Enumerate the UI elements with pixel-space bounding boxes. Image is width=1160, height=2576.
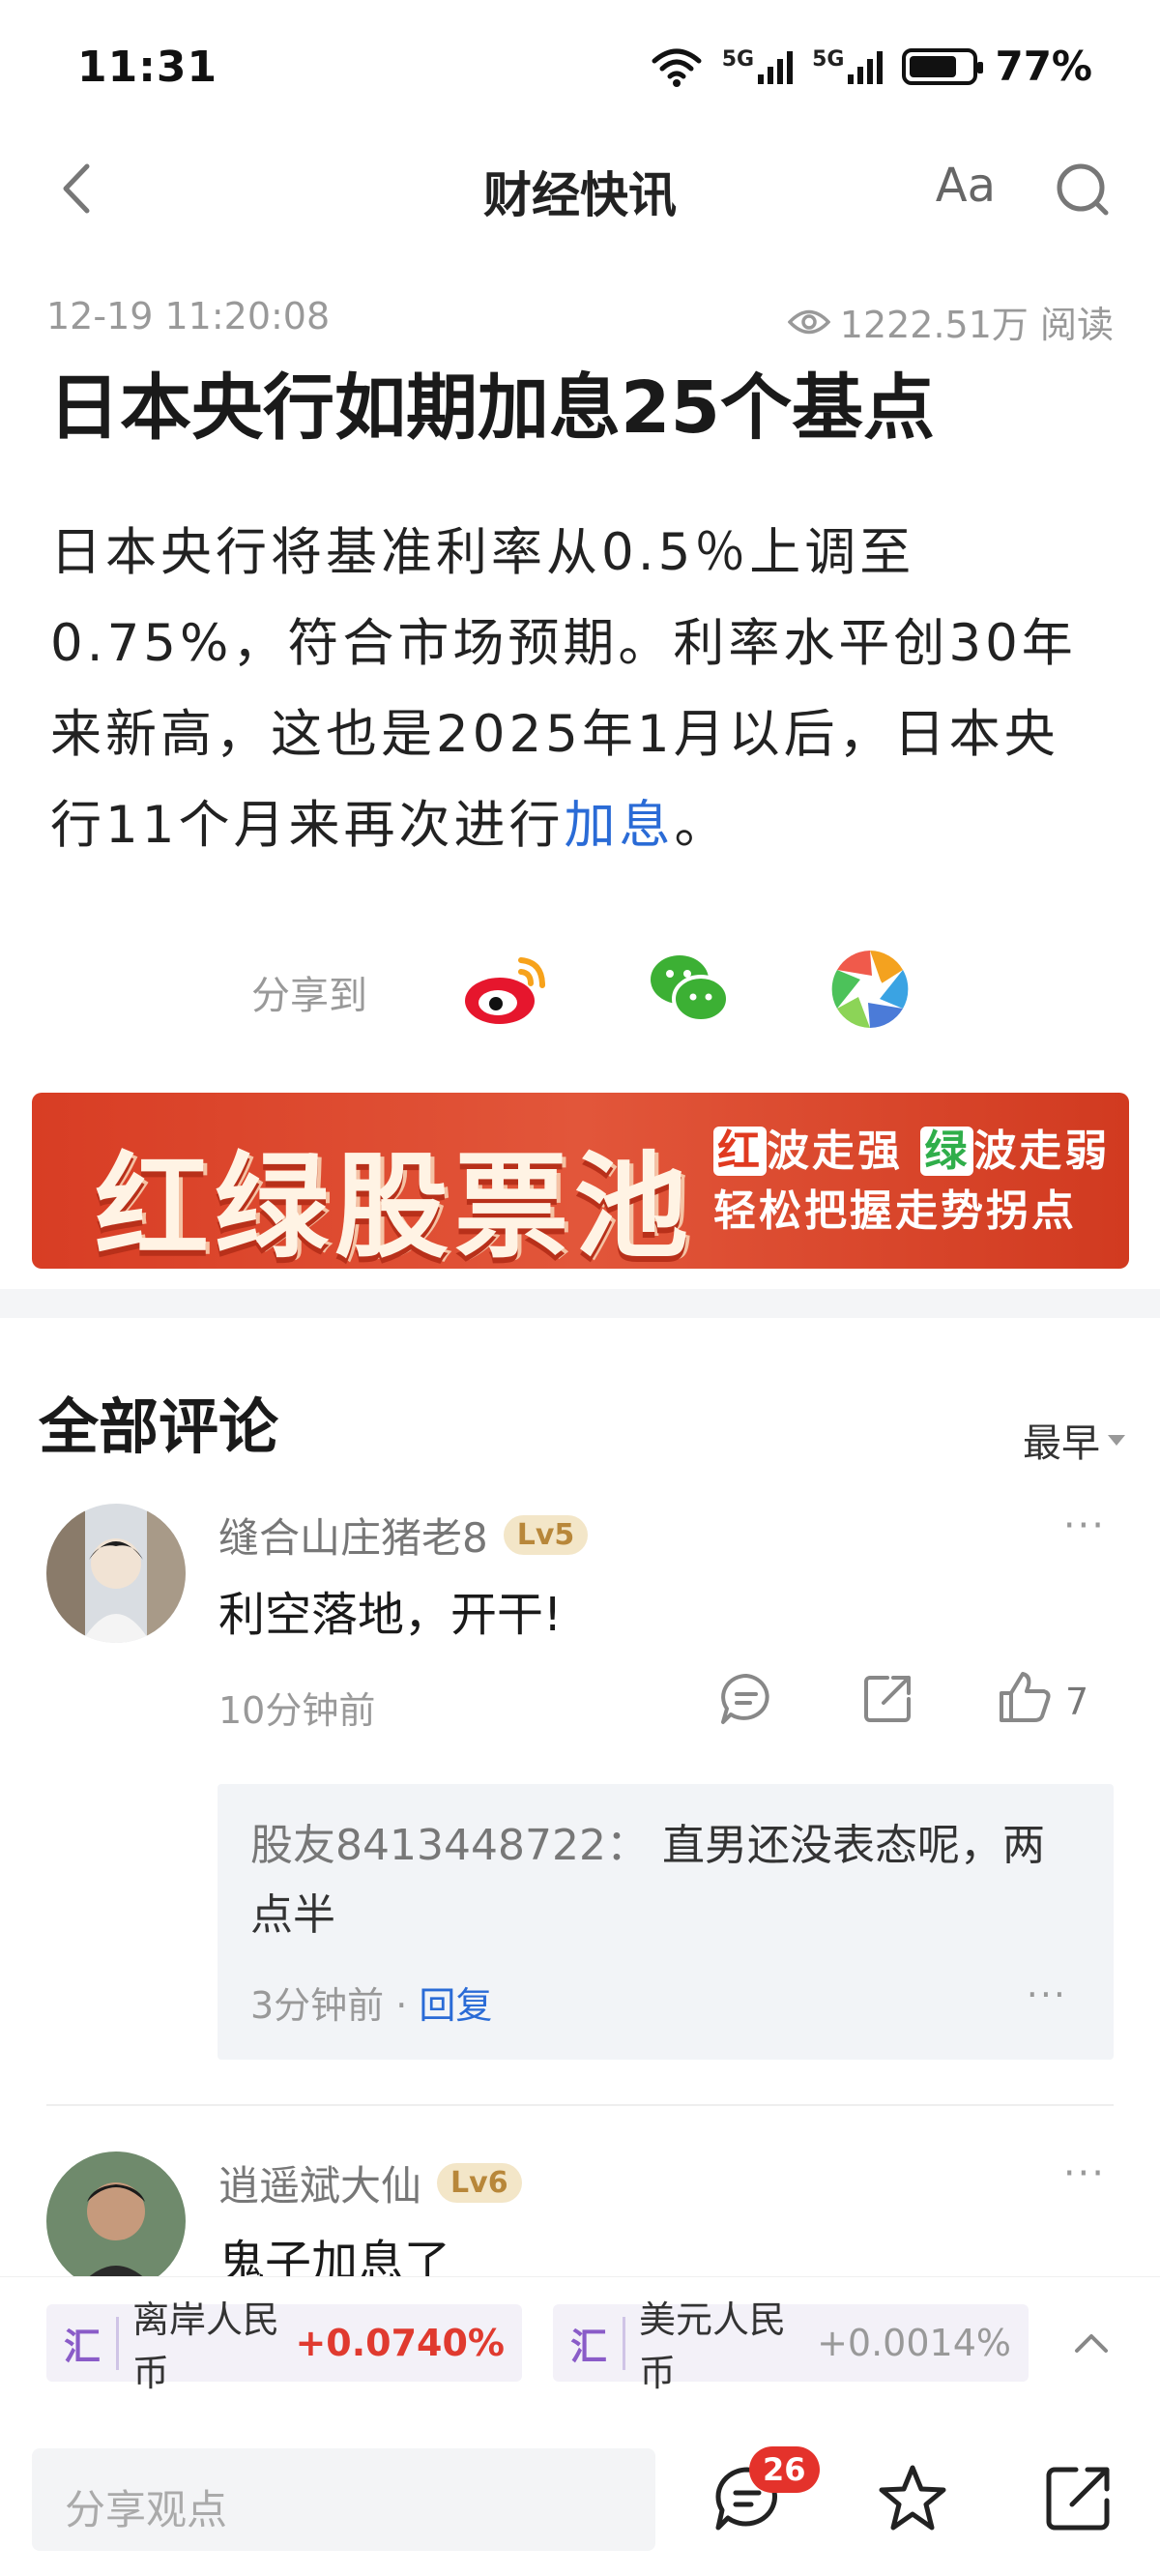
- reply-username[interactable]: 股友8413448722：: [250, 1821, 649, 1870]
- battery-percent: 77%: [995, 43, 1092, 90]
- weibo-icon[interactable]: [459, 943, 552, 1036]
- share-button[interactable]: [1039, 2460, 1116, 2537]
- comment-input[interactable]: 分享观点: [32, 2448, 655, 2551]
- status-time: 11:31: [77, 43, 218, 92]
- eye-icon: [787, 309, 830, 334]
- reply-time: 3分钟前 ·: [250, 1984, 420, 2027]
- comments-title: 全部评论: [39, 1391, 279, 1462]
- article-body-end: 。: [674, 796, 730, 855]
- share-out-icon: [1046, 2467, 1110, 2531]
- article-meta: 12-19 11:20:08 1222.51万 阅读: [46, 295, 1114, 346]
- avatar[interactable]: [46, 2152, 186, 2291]
- signal-icon: 5G: [722, 47, 795, 86]
- bottom-bar: 分享观点 26: [0, 2412, 1160, 2576]
- level-badge: Lv5: [503, 1515, 589, 1555]
- star-icon: [879, 2465, 946, 2531]
- article-body: 日本央行将基准利率从0.5％上调至0.75%，符合市场预期。利率水平创30年来新…: [50, 508, 1110, 871]
- article-headline: 日本央行如期加息25个基点: [48, 366, 935, 450]
- banner-green-word: 绿: [920, 1127, 974, 1176]
- share-icon[interactable]: [858, 1670, 916, 1728]
- network-type-1: 5G: [721, 46, 755, 72]
- article-datetime: 12-19 11:20:08: [46, 295, 331, 337]
- reply-content: 股友8413448722： 直男还没表态呢，两点半: [250, 1811, 1081, 1950]
- like-icon[interactable]: [996, 1668, 1054, 1726]
- ticker-change: +0.0740%: [295, 2322, 505, 2364]
- share-row: 分享到: [0, 943, 1160, 1039]
- keyword-link[interactable]: 加息: [564, 796, 674, 855]
- comment-username[interactable]: 逍遥斌大仙: [218, 2153, 421, 2212]
- status-icons: 5G 5G 77%: [649, 43, 1092, 90]
- read-count: 1222.51万 阅读: [787, 295, 1114, 348]
- ticker-change: +0.0014%: [817, 2322, 1011, 2364]
- level-badge: Lv6: [437, 2163, 522, 2203]
- search-icon: [1057, 163, 1109, 216]
- ticker-cnh[interactable]: 汇 离岸人民币 +0.0740%: [46, 2298, 522, 2394]
- status-bar: 11:31 5G 5G 77%: [0, 0, 1160, 135]
- comment-count-badge: 26: [749, 2446, 820, 2493]
- comment-time: 10分钟前: [218, 1689, 376, 1732]
- reply-icon[interactable]: [717, 1670, 775, 1728]
- sort-label: 最早: [1023, 1421, 1100, 1466]
- comment-username[interactable]: 缝合山庄猪老8: [218, 1506, 488, 1565]
- wifi-icon: [649, 45, 705, 88]
- font-size-button[interactable]: Aa: [936, 159, 996, 213]
- more-options-icon[interactable]: ···: [1063, 2152, 1106, 2196]
- reply-button[interactable]: 回复: [419, 1984, 492, 2027]
- reply-meta: 3分钟前 · 回复: [250, 1976, 492, 2029]
- battery-level: [910, 55, 957, 77]
- expand-button[interactable]: [1067, 2320, 1116, 2368]
- comment-user-row: 逍遥斌大仙 Lv6: [218, 2153, 522, 2212]
- banner-line1-b: 波走弱: [973, 1127, 1111, 1176]
- wechat-icon[interactable]: [643, 943, 736, 1036]
- ad-banner[interactable]: 红绿股票池 红波走强 绿波走弱 轻松把握走势拐点: [32, 1093, 1129, 1269]
- favorite-button[interactable]: [874, 2460, 951, 2537]
- ticker-tag: 汇: [570, 2316, 626, 2370]
- more-options-icon[interactable]: ···: [1027, 1974, 1067, 2016]
- ticker-usdcny[interactable]: 汇 美元人民币 +0.0014%: [553, 2298, 1029, 2394]
- avatar[interactable]: [46, 1504, 186, 1643]
- like-count: 7: [1065, 1681, 1089, 1723]
- sort-dropdown[interactable]: 最早: [1023, 1412, 1125, 1468]
- comment-text: 利空落地，开干!: [218, 1588, 563, 1642]
- banner-subtitle: 红波走强 绿波走弱 轻松把握走势拐点: [713, 1122, 1110, 1242]
- banner-line-2: 轻松把握走势拐点: [713, 1186, 1077, 1236]
- search-button[interactable]: [1052, 159, 1114, 220]
- nav-bar: 财经快讯 Aa: [0, 135, 1160, 242]
- caret-down-icon: [1108, 1434, 1125, 1446]
- chevron-up-icon: [1075, 2334, 1108, 2353]
- ticker-name: 离岸人民币: [132, 2298, 280, 2394]
- comment-user-row: 缝合山庄猪老8 Lv5: [218, 1506, 589, 1565]
- more-options-icon[interactable]: ···: [1063, 1504, 1106, 1548]
- reply-box[interactable]: 股友8413448722： 直男还没表态呢，两点半 3分钟前 · 回复 ···: [218, 1784, 1114, 2060]
- signal-icon-2: 5G: [812, 47, 884, 86]
- network-type-2: 5G: [812, 46, 845, 72]
- banner-title: 红绿股票池: [95, 1140, 695, 1269]
- share-label: 分享到: [251, 974, 367, 1018]
- read-count-text: 1222.51万 阅读: [839, 304, 1114, 346]
- section-divider: [0, 1289, 1160, 1318]
- moments-icon[interactable]: [824, 943, 916, 1036]
- banner-line-1: 红波走强 绿波走弱: [713, 1122, 1110, 1182]
- banner-red-word: 红: [713, 1127, 767, 1176]
- battery-icon: [902, 47, 984, 85]
- banner-line1-a: 波走强: [767, 1127, 903, 1176]
- ticker-bar: 汇 离岸人民币 +0.0740% 汇 美元人民币 +0.0014%: [0, 2276, 1160, 2412]
- ticker-tag: 汇: [64, 2316, 120, 2370]
- ticker-name: 美元人民币: [639, 2298, 787, 2394]
- comment-divider: [46, 2104, 1114, 2106]
